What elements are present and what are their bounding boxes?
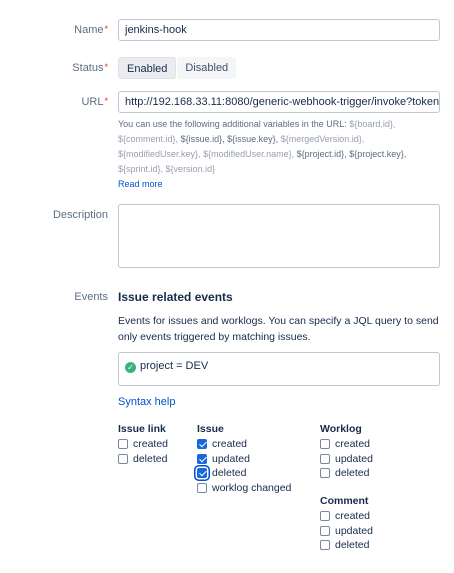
status-enabled-button[interactable]: Enabled	[118, 57, 177, 79]
comment-title: Comment	[320, 495, 369, 507]
issue-updated-option[interactable]: updated	[197, 452, 291, 467]
comment-created-option[interactable]: created	[320, 509, 373, 524]
url-label: URL*	[81, 96, 108, 108]
comment-group: Comment created updated deleted	[320, 495, 373, 553]
worklog-deleted-option[interactable]: deleted	[320, 466, 373, 481]
option-label: created	[335, 438, 371, 451]
issue-link-title: Issue link	[118, 423, 166, 435]
option-label: updated	[212, 452, 250, 465]
checkbox[interactable]	[320, 540, 330, 551]
option-label: worklog changed	[212, 481, 292, 494]
status-toggle: Enabled Disabled	[118, 57, 237, 79]
option-label: created	[212, 438, 248, 451]
checkbox[interactable]	[197, 439, 207, 450]
name-label: Name*	[74, 24, 108, 36]
var-issue-key: ${issue.key},	[227, 134, 279, 144]
name-value: jenkins-hook	[125, 24, 187, 36]
comment-deleted-option[interactable]: deleted	[320, 538, 373, 553]
option-label: created	[133, 438, 169, 451]
checkbox[interactable]	[197, 482, 207, 493]
option-label: deleted	[133, 452, 168, 465]
var-issue-id: ${issue.id},	[180, 134, 225, 144]
checkbox[interactable]	[197, 468, 207, 479]
issue-deleted-option[interactable]: deleted	[197, 466, 291, 481]
issue-worklog-changed-option[interactable]: worklog changed	[197, 481, 291, 496]
worklog-created-option[interactable]: created	[320, 437, 373, 452]
check-circle-icon: ✓	[125, 362, 136, 373]
option-label: deleted	[335, 467, 370, 480]
checkbox[interactable]	[197, 453, 207, 464]
issue-link-deleted-option[interactable]: deleted	[118, 452, 168, 467]
option-label: deleted	[335, 539, 370, 552]
url-value: http://192.168.33.11:8080/generic-webhoo…	[125, 96, 440, 108]
checkbox[interactable]	[320, 511, 330, 522]
var-modified-user-key: ${modifiedUser.key},	[118, 149, 201, 159]
status-label-text: Status	[72, 62, 104, 74]
checkbox[interactable]	[320, 525, 330, 536]
var-board-id: ${board.id},	[349, 119, 396, 129]
var-sprint-id: ${sprint.id},	[118, 164, 164, 174]
issue-link-created-option[interactable]: created	[118, 437, 168, 452]
checkbox[interactable]	[320, 453, 330, 464]
url-help-intro: You can use the following additional var…	[118, 119, 347, 129]
events-label: Events	[74, 291, 108, 303]
issue-title: Issue	[197, 423, 224, 435]
var-modified-user-name: ${modifiedUser.name},	[203, 149, 295, 159]
name-input[interactable]: jenkins-hook	[118, 19, 440, 41]
events-description: Events for issues and worklogs. You can …	[118, 315, 439, 343]
status-label: Status*	[72, 62, 108, 74]
url-label-text: URL	[81, 96, 104, 108]
var-comment-id: ${comment.id},	[118, 134, 179, 144]
jql-input[interactable]: ✓ project = DEV	[118, 352, 440, 386]
syntax-help-link[interactable]: Syntax help	[118, 396, 175, 408]
url-help-text: You can use the following additional var…	[118, 117, 448, 192]
url-input[interactable]: http://192.168.33.11:8080/generic-webhoo…	[118, 91, 440, 113]
checkbox[interactable]	[320, 468, 330, 479]
events-title: Issue related events	[118, 290, 233, 304]
option-label: updated	[335, 452, 373, 465]
checkbox[interactable]	[320, 439, 330, 450]
status-disabled-button[interactable]: Disabled	[177, 57, 237, 79]
required-marker: *	[104, 24, 108, 34]
option-label: created	[335, 510, 371, 523]
worklog-group: Worklog created updated deleted	[320, 423, 373, 481]
var-project-id: ${project.id},	[296, 149, 347, 159]
checkbox[interactable]	[118, 439, 128, 450]
issue-created-option[interactable]: created	[197, 437, 291, 452]
var-project-key: ${project.key},	[349, 149, 407, 159]
description-textarea[interactable]	[118, 204, 440, 268]
worklog-title: Worklog	[320, 423, 362, 435]
option-label: deleted	[212, 467, 247, 480]
comment-updated-option[interactable]: updated	[320, 524, 373, 539]
issue-link-group: Issue link created deleted	[118, 423, 168, 466]
read-more-link[interactable]: Read more	[118, 179, 163, 189]
name-label-text: Name	[74, 24, 104, 36]
required-marker: *	[104, 96, 108, 106]
description-label: Description	[52, 209, 108, 221]
required-marker: *	[104, 62, 108, 72]
worklog-updated-option[interactable]: updated	[320, 452, 373, 467]
option-label: updated	[335, 524, 373, 537]
issue-group: Issue created updated deleted worklog ch…	[197, 423, 291, 495]
var-merged-version-id: ${mergedVersion.id},	[280, 134, 365, 144]
checkbox[interactable]	[118, 453, 128, 464]
jql-value: project = DEV	[140, 360, 209, 372]
var-version-id: ${version.id}	[165, 164, 216, 174]
